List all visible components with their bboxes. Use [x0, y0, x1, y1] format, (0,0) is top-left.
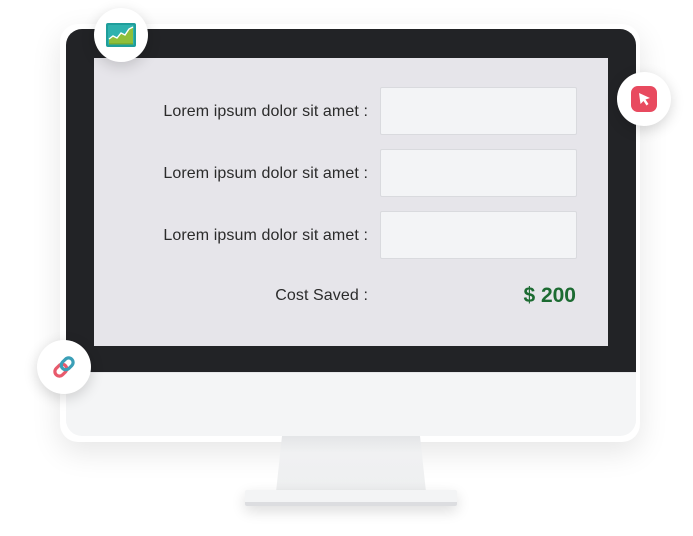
cursor-badge: [617, 72, 671, 126]
row-2-input[interactable]: [380, 149, 577, 197]
chart-badge: [94, 8, 148, 62]
link-badge: [37, 340, 91, 394]
row-2-label: Lorem ipsum dolor sit amet :: [163, 165, 368, 182]
cost-saved-label: Cost Saved :: [275, 287, 368, 304]
cost-saved-value: $ 200: [523, 284, 576, 307]
scene: Lorem ipsum dolor sit amet : Lorem ipsum…: [0, 0, 693, 536]
row-1-label: Lorem ipsum dolor sit amet :: [163, 103, 368, 120]
row-3-label: Lorem ipsum dolor sit amet :: [163, 227, 368, 244]
cursor-icon: [631, 86, 657, 112]
link-icon: [53, 356, 75, 378]
row-3-input[interactable]: [380, 211, 577, 259]
chart-icon: [106, 23, 136, 47]
monitor-stand-foot-edge: [245, 502, 457, 506]
monitor-chin: [66, 372, 636, 436]
row-1-input[interactable]: [380, 87, 577, 135]
monitor-stand-neck: [276, 436, 426, 492]
